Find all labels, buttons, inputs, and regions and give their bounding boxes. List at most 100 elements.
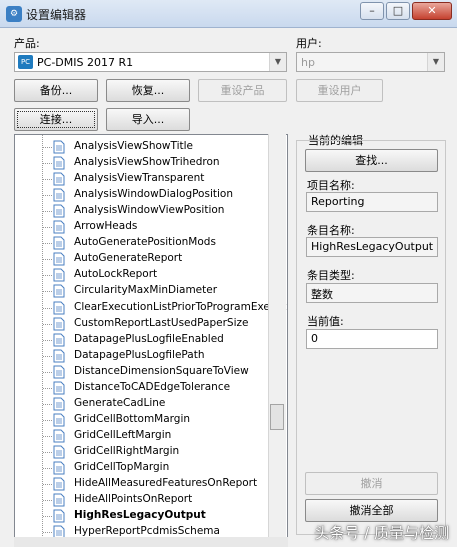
tree-item[interactable]: AnalysisWindowViewPosition bbox=[43, 203, 283, 219]
tree-branch-line bbox=[43, 291, 52, 293]
tree-item[interactable]: GridCellBottomMargin bbox=[43, 412, 283, 428]
tree-horizontal-scrollbar[interactable] bbox=[14, 537, 288, 547]
tree-item[interactable]: DatapagePlusLogfileEnabled bbox=[43, 332, 283, 348]
chevron-down-icon[interactable]: ▼ bbox=[269, 53, 286, 71]
tree-branch-line bbox=[43, 468, 52, 469]
tree-item[interactable]: CircularityMaxMinDiameter bbox=[43, 283, 283, 299]
tree-item[interactable]: AutoLockReport bbox=[43, 267, 283, 283]
tree-item-label: AnalysisViewTransparent bbox=[74, 172, 205, 185]
tree-item-label: HighResLegacyOutput bbox=[74, 509, 206, 522]
gear-icon: ⚙ bbox=[6, 6, 22, 22]
document-icon bbox=[53, 284, 65, 298]
reset-product-button[interactable]: 重设产品 bbox=[198, 79, 287, 102]
document-icon bbox=[53, 220, 65, 234]
tree-item-label: GenerateCadLine bbox=[74, 396, 166, 409]
maximize-button[interactable]: □ bbox=[386, 2, 410, 20]
tree-branch-line bbox=[43, 211, 52, 213]
tree-branch-line bbox=[43, 323, 52, 325]
tree-item[interactable]: ClearExecutionListPriorToProgramExecut bbox=[43, 300, 287, 316]
document-icon bbox=[53, 349, 65, 363]
tree-branch-line bbox=[43, 403, 52, 405]
tree-item[interactable]: DistanceToCADEdgeTolerance bbox=[43, 380, 283, 396]
backup-button[interactable]: 备份... bbox=[14, 79, 98, 102]
section-name-field[interactable]: Reporting bbox=[306, 192, 438, 212]
tree-item-label: AnalysisViewShowTitle bbox=[74, 140, 194, 152]
document-icon bbox=[53, 429, 65, 443]
restore-button[interactable]: 恢复... bbox=[106, 79, 190, 102]
tree-item[interactable]: AutoGenerateReport bbox=[43, 251, 283, 267]
section-label: 项目名称: bbox=[307, 179, 355, 192]
tree-item[interactable]: AnalysisViewShowTitle bbox=[43, 139, 283, 155]
product-select[interactable]: PC PC-DMIS 2017 R1 ▼ bbox=[14, 52, 287, 72]
tree-branch-line bbox=[43, 451, 52, 453]
tree-item[interactable]: DatapagePlusLogfilePath bbox=[43, 348, 283, 364]
tree-item-label: HideAllMeasuredFeaturesOnReport bbox=[74, 477, 258, 490]
tree-item-label: ClearExecutionListPriorToProgramExecut bbox=[74, 300, 287, 313]
minimize-button[interactable]: – bbox=[360, 2, 384, 20]
tree-item[interactable]: CustomReportLastUsedPaperSize bbox=[43, 316, 283, 332]
tree-branch-line bbox=[43, 307, 52, 309]
scrollbar-thumb[interactable] bbox=[270, 404, 284, 430]
user-select[interactable]: hp ▼ bbox=[296, 52, 445, 72]
document-icon bbox=[53, 493, 65, 507]
user-label: 用户: bbox=[296, 37, 322, 50]
tree-item[interactable]: AnalysisViewShowTrihedron bbox=[43, 155, 283, 171]
tree-item-label: CircularityMaxMinDiameter bbox=[74, 284, 218, 297]
product-value: PC-DMIS 2017 R1 bbox=[37, 56, 134, 69]
close-button[interactable]: ✕ bbox=[412, 2, 452, 20]
entry-name-field[interactable]: HighResLegacyOutput bbox=[306, 237, 438, 257]
type-label: 条目类型: bbox=[307, 269, 355, 282]
connect-button[interactable]: 连接... bbox=[14, 108, 98, 131]
document-icon bbox=[53, 381, 65, 395]
document-icon bbox=[53, 172, 65, 186]
reset-user-button[interactable]: 重设用户 bbox=[296, 79, 383, 102]
tree-item-label: ArrowHeads bbox=[74, 220, 138, 233]
document-icon bbox=[53, 204, 65, 218]
tree-item[interactable]: DistanceDimensionSquareToView bbox=[43, 364, 283, 380]
current-value-label: 当前值: bbox=[307, 315, 344, 328]
tree-item[interactable]: GridCellTopMargin bbox=[43, 460, 283, 476]
tree-item-label: HyperReportPcdmisSchema bbox=[74, 525, 220, 538]
document-icon bbox=[53, 268, 65, 282]
tree-item-label: GridCellLeftMargin bbox=[74, 428, 172, 441]
document-icon bbox=[53, 188, 65, 202]
tree-item[interactable]: HideAllPointsOnReport bbox=[43, 492, 283, 508]
settings-tree[interactable]: AnalysisViewShowTitle AnalysisViewShowTri… bbox=[14, 134, 288, 547]
entry-label: 条目名称: bbox=[307, 224, 355, 237]
tree-item[interactable]: GenerateCadLine bbox=[43, 396, 283, 412]
document-icon bbox=[53, 301, 65, 314]
pcdmis-logo-icon: PC bbox=[18, 55, 33, 69]
entry-type-field[interactable]: 整数 bbox=[306, 283, 438, 303]
tree-item[interactable]: ArrowHeads bbox=[43, 219, 283, 235]
tree-vertical-scrollbar[interactable] bbox=[268, 134, 286, 547]
tree-item-label: DistanceDimensionSquareToView bbox=[74, 364, 249, 377]
tree-branch-line bbox=[43, 387, 52, 389]
tree-item[interactable]: AutoGeneratePositionMods bbox=[43, 235, 283, 251]
undo-button[interactable]: 撤消 bbox=[305, 472, 438, 495]
import-button[interactable]: 导入... bbox=[106, 108, 190, 131]
tree-item[interactable]: HideAllMeasuredFeaturesOnReport bbox=[43, 476, 283, 492]
chevron-down-icon[interactable]: ▼ bbox=[427, 53, 444, 71]
tree-item-label: GridCellTopMargin bbox=[74, 461, 170, 473]
current-value-input[interactable]: 0 bbox=[306, 329, 438, 349]
tree-branch-line bbox=[43, 179, 52, 181]
tree-item[interactable]: GridCellLeftMargin bbox=[43, 428, 283, 444]
tree-item-label: GridCellBottomMargin bbox=[74, 412, 191, 425]
window-title: 设置编辑器 bbox=[26, 8, 87, 22]
document-icon bbox=[53, 445, 65, 459]
tree-branch-line bbox=[43, 147, 52, 148]
tree-item[interactable]: AnalysisViewTransparent bbox=[43, 171, 283, 187]
document-icon bbox=[53, 317, 65, 331]
tree-item[interactable]: GridCellRightMargin bbox=[43, 444, 283, 460]
tree-branch-line bbox=[43, 532, 52, 534]
find-button[interactable]: 查找... bbox=[305, 149, 438, 172]
tree-item[interactable]: AnalysisWindowDialogPosition bbox=[43, 187, 283, 203]
tree-branch-line bbox=[43, 484, 52, 486]
tree-branch-line bbox=[43, 500, 52, 502]
tree-branch-line bbox=[43, 195, 52, 197]
tree-item-label: AnalysisWindowViewPosition bbox=[74, 204, 225, 217]
undo-all-button[interactable]: 撤消全部 bbox=[305, 499, 438, 522]
watermark-text: 头条号 / 质量与检测 bbox=[314, 524, 449, 542]
document-icon bbox=[53, 461, 65, 475]
tree-item[interactable]: HighResLegacyOutput bbox=[43, 508, 283, 524]
